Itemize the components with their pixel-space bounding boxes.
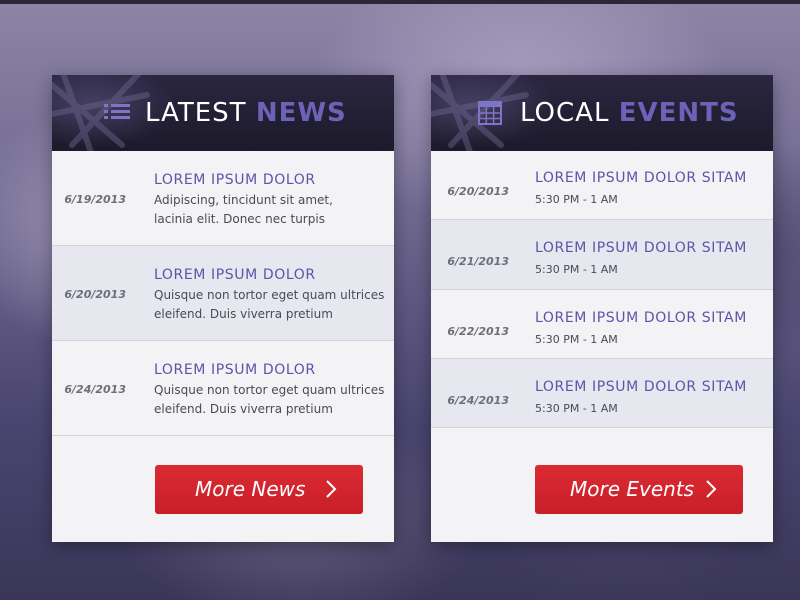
events-title-light: LOCAL — [520, 98, 610, 128]
event-item-title[interactable]: LOREM IPSUM DOLOR SITAM — [535, 240, 747, 256]
more-events-button[interactable]: More Events — [535, 465, 743, 514]
calendar-icon — [478, 101, 502, 125]
event-item[interactable]: 6/21/2013 LOREM IPSUM DOLOR SITAM 5:30 P… — [431, 220, 773, 290]
event-item-title[interactable]: LOREM IPSUM DOLOR SITAM — [535, 379, 747, 395]
events-title-bold: EVENTS — [618, 98, 739, 128]
news-item-title[interactable]: LOREM IPSUM DOLOR — [154, 267, 316, 283]
news-excerpt-line: Quisque non tortor eget quam ultrices — [154, 288, 385, 302]
list-icon — [104, 104, 130, 119]
more-events-label: More Events — [570, 477, 695, 501]
event-item[interactable]: 6/20/2013 LOREM IPSUM DOLOR SITAM 5:30 P… — [431, 151, 773, 220]
event-date: 6/22/2013 — [447, 325, 509, 338]
event-item-title[interactable]: LOREM IPSUM DOLOR SITAM — [535, 310, 747, 326]
top-bar — [0, 0, 800, 4]
news-excerpt-line: Adipiscing, tincidunt sit amet, — [154, 193, 333, 207]
event-time: 5:30 PM - 1 AM — [535, 193, 618, 206]
event-time: 5:30 PM - 1 AM — [535, 333, 618, 346]
news-item[interactable]: 6/24/2013 LOREM IPSUM DOLOR Quisque non … — [52, 341, 394, 436]
latest-news-panel: LATEST NEWS 6/19/2013 LOREM IPSUM DOLOR … — [52, 75, 394, 542]
event-time: 5:30 PM - 1 AM — [535, 263, 618, 276]
news-excerpt-line: lacinia elit. Donec nec turpis — [154, 212, 325, 226]
news-title-bold: NEWS — [255, 98, 347, 128]
news-date: 6/19/2013 — [64, 193, 126, 206]
local-events-panel: LOCAL EVENTS 6/20/2013 LOREM IPSUM DOLOR… — [431, 75, 773, 542]
event-time: 5:30 PM - 1 AM — [535, 402, 618, 415]
event-item-title[interactable]: LOREM IPSUM DOLOR SITAM — [535, 170, 747, 186]
more-news-label: More News — [195, 477, 306, 501]
news-date: 6/20/2013 — [64, 288, 126, 301]
news-excerpt-line: eleifend. Duis viverra pretium — [154, 402, 333, 416]
events-header: LOCAL EVENTS — [431, 75, 773, 151]
news-item-title[interactable]: LOREM IPSUM DOLOR — [154, 362, 316, 378]
news-excerpt-line: Quisque non tortor eget quam ultrices — [154, 383, 385, 397]
news-excerpt: Quisque non tortor eget quam ultrices el… — [154, 286, 384, 324]
event-date: 6/20/2013 — [447, 185, 509, 198]
news-date: 6/24/2013 — [64, 383, 126, 396]
news-item-title[interactable]: LOREM IPSUM DOLOR — [154, 172, 316, 188]
event-date: 6/24/2013 — [447, 394, 509, 407]
event-date: 6/21/2013 — [447, 255, 509, 268]
news-item[interactable]: 6/19/2013 LOREM IPSUM DOLOR Adipiscing, … — [52, 151, 394, 246]
events-title: LOCAL EVENTS — [520, 97, 739, 129]
more-news-button[interactable]: More News — [155, 465, 363, 514]
news-excerpt: Quisque non tortor eget quam ultrices el… — [154, 381, 384, 419]
chevron-right-icon — [326, 480, 337, 498]
news-excerpt-line: eleifend. Duis viverra pretium — [154, 307, 333, 321]
news-header: LATEST NEWS — [52, 75, 394, 151]
event-item[interactable]: 6/22/2013 LOREM IPSUM DOLOR SITAM 5:30 P… — [431, 290, 773, 359]
news-title: LATEST NEWS — [145, 97, 347, 129]
chevron-right-icon — [706, 480, 717, 498]
event-item[interactable]: 6/24/2013 LOREM IPSUM DOLOR SITAM 5:30 P… — [431, 359, 773, 428]
news-excerpt: Adipiscing, tincidunt sit amet, lacinia … — [154, 191, 333, 229]
news-title-light: LATEST — [145, 98, 247, 128]
news-item[interactable]: 6/20/2013 LOREM IPSUM DOLOR Quisque non … — [52, 246, 394, 341]
